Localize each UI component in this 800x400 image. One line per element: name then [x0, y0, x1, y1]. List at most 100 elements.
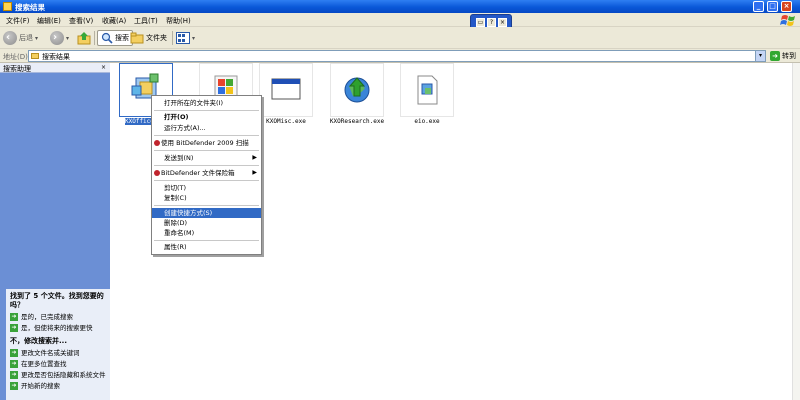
green-arrow-icon: ➜	[10, 349, 18, 357]
file-name: KXOResearch.exe	[329, 118, 385, 125]
option-new-search[interactable]: ➜ 开始新的搜索	[10, 382, 110, 390]
file-name: eio.exe	[414, 118, 440, 125]
menu-favorites[interactable]: 收藏(A)	[102, 16, 126, 26]
menu-item-label: 运行方式(A)...	[164, 124, 206, 132]
pane-title: 搜索助理	[3, 65, 31, 73]
results-heading: 找到了 5 个文件。找到您要的吗？	[10, 292, 104, 309]
option-done[interactable]: ➜ 是的，已完成搜索	[10, 313, 110, 321]
window-app-icon	[259, 63, 313, 117]
explorer-icon	[3, 2, 12, 11]
menu-item-label: 删除(D)	[164, 219, 188, 227]
menu-item-label: BitDefender 文件保险箱	[161, 169, 235, 177]
menu-item-label: 打开(O)	[164, 113, 189, 121]
search-label: 搜索	[115, 34, 129, 42]
maximize-button[interactable]: □	[767, 1, 778, 12]
menu-item-label: 复制(C)	[164, 194, 187, 202]
submenu-arrow-icon: ▶	[252, 169, 257, 176]
up-folder-button[interactable]	[77, 30, 91, 46]
option-more-locations[interactable]: ➜ 在更多位置查找	[10, 360, 110, 368]
minimize-button[interactable]: _	[753, 1, 764, 12]
back-label: 后退	[19, 34, 33, 42]
menu-separator	[154, 180, 259, 181]
file-name: KXOMisc.exe	[266, 118, 306, 125]
chevron-down-icon: ▾	[192, 34, 196, 42]
menu-create-shortcut[interactable]: 创建快捷方式(S)	[152, 208, 261, 218]
title-bar: 搜索结果 _ □ ×	[0, 0, 800, 13]
menu-item-label: 剪切(T)	[164, 184, 187, 192]
go-label: 转到	[782, 52, 796, 60]
pane-header: 搜索助理 ×	[0, 63, 110, 73]
option-label: 是的，已完成搜索	[21, 313, 73, 321]
menu-properties[interactable]: 属性(R)	[152, 242, 261, 252]
green-arrow-icon: ➜	[10, 313, 18, 321]
menu-separator	[154, 165, 259, 166]
search-results-panel: 找到了 5 个文件。找到您要的吗？ ➜ 是的，已完成搜索 ➜ 是，但使将来的搜索…	[6, 289, 110, 400]
help-icon[interactable]: ?	[487, 18, 496, 27]
address-label: 地址(D)	[3, 53, 28, 61]
option-faster[interactable]: ➜ 是，但使将来的搜索更快	[10, 324, 110, 332]
menu-separator	[154, 240, 259, 241]
file-item-kxomisc[interactable]: KXOMisc.exe	[253, 63, 315, 125]
menu-bitdefender-scan[interactable]: 使用 BitDefender 2009 扫描	[152, 138, 261, 148]
menu-item-label: 使用 BitDefender 2009 扫描	[161, 139, 249, 147]
address-dropdown-icon[interactable]: ▾	[755, 51, 765, 61]
option-label: 更改是否包括隐藏和系统文件	[21, 371, 106, 379]
menu-file[interactable]: 文件(F)	[6, 16, 30, 26]
forward-button[interactable]: › ▾	[50, 30, 69, 46]
views-icon	[176, 32, 190, 44]
views-button[interactable]: ▾	[176, 30, 195, 46]
globe-arrow-icon	[330, 63, 384, 117]
menu-send-to[interactable]: 发送到(N) ▶	[152, 153, 261, 163]
search-folder-icon	[31, 53, 39, 59]
back-button[interactable]: ‹ 后退 ▾	[3, 30, 38, 46]
menu-bitdefender-vault[interactable]: BitDefender 文件保险箱 ▶	[152, 168, 261, 178]
menu-help[interactable]: 帮助(H)	[166, 16, 191, 26]
toolbar-separator	[172, 31, 173, 45]
close-button[interactable]: ×	[781, 1, 792, 12]
bitdefender-icon	[154, 140, 160, 146]
menu-separator	[154, 205, 259, 206]
menu-edit[interactable]: 编辑(E)	[37, 16, 61, 26]
address-field[interactable]: 搜索结果 ▾	[28, 50, 766, 62]
window-title: 搜索结果	[15, 3, 45, 12]
close-icon[interactable]: ×	[498, 18, 507, 27]
menu-run-as[interactable]: 运行方式(A)...	[152, 123, 261, 133]
menu-delete[interactable]: 删除(D)	[152, 218, 261, 228]
option-label: 在更多位置查找	[21, 360, 67, 368]
search-button[interactable]: 搜索	[97, 30, 133, 46]
windows-flag-icon	[780, 15, 795, 26]
forward-arrow-icon: ›	[50, 31, 64, 45]
context-menu: 打开所在的文件夹(I) 打开(O) 运行方式(A)... 使用 BitDefen…	[151, 95, 262, 255]
green-arrow-icon: ➜	[10, 360, 18, 368]
menu-copy[interactable]: 复制(C)	[152, 193, 261, 203]
folders-button[interactable]: 文件夹	[130, 30, 167, 46]
menu-view[interactable]: 查看(V)	[69, 16, 93, 26]
menu-tools[interactable]: 工具(T)	[134, 16, 158, 26]
toolbar: ‹ 后退 ▾ › ▾ 搜索 文件夹 ▾	[0, 27, 800, 49]
file-item-eio[interactable]: eio.exe	[394, 63, 456, 125]
menu-open[interactable]: 打开(O)	[152, 112, 261, 122]
go-arrow-icon: ➜	[770, 51, 780, 61]
option-label: 更改文件名或关键词	[21, 349, 80, 357]
restore-icon[interactable]: ▭	[476, 18, 485, 27]
vertical-scrollbar[interactable]	[792, 63, 800, 400]
menu-item-label: 重命名(M)	[164, 229, 195, 237]
option-hidden-files[interactable]: ➜ 更改是否包括隐藏和系统文件	[10, 371, 110, 379]
green-arrow-icon: ➜	[10, 324, 18, 332]
option-change-name[interactable]: ➜ 更改文件名或关键词	[10, 349, 110, 357]
bitdefender-icon	[154, 170, 160, 176]
go-button[interactable]: ➜ 转到	[770, 50, 796, 62]
menu-item-label: 发送到(N)	[164, 154, 194, 162]
option-label: 开始新的搜索	[21, 382, 60, 390]
menu-separator	[154, 150, 259, 151]
address-value: 搜索结果	[42, 53, 70, 61]
menu-rename[interactable]: 重命名(M)	[152, 228, 261, 238]
pane-close-icon[interactable]: ×	[100, 64, 107, 71]
refine-heading: 不，修改搜索并...	[10, 337, 67, 345]
file-item-kxoresearch[interactable]: KXOResearch.exe	[324, 63, 386, 125]
menu-bar: 文件(F) 编辑(E) 查看(V) 收藏(A) 工具(T) 帮助(H)	[0, 13, 800, 27]
option-label: 是，但使将来的搜索更快	[21, 324, 93, 332]
chevron-down-icon: ▾	[66, 34, 70, 42]
menu-open-containing-folder[interactable]: 打开所在的文件夹(I)	[152, 98, 261, 108]
menu-cut[interactable]: 剪切(T)	[152, 183, 261, 193]
